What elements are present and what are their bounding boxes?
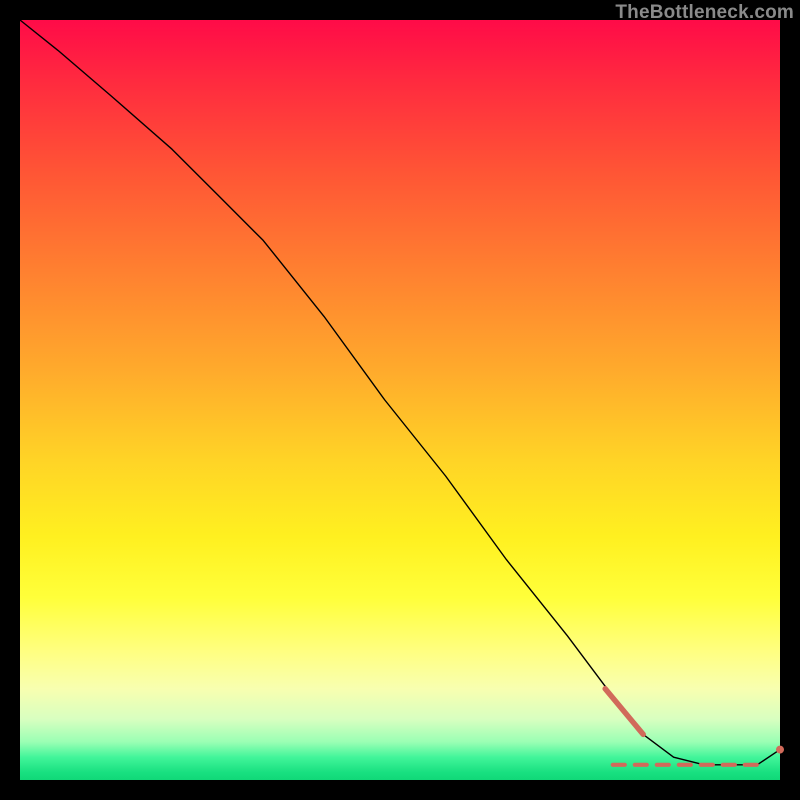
bottleneck-curve-line: [20, 20, 780, 765]
curve-end-dot: [776, 746, 784, 754]
chart-stage: TheBottleneck.com: [0, 0, 800, 800]
chart-overlay: [20, 20, 780, 780]
accent-solid-segment: [605, 689, 643, 735]
